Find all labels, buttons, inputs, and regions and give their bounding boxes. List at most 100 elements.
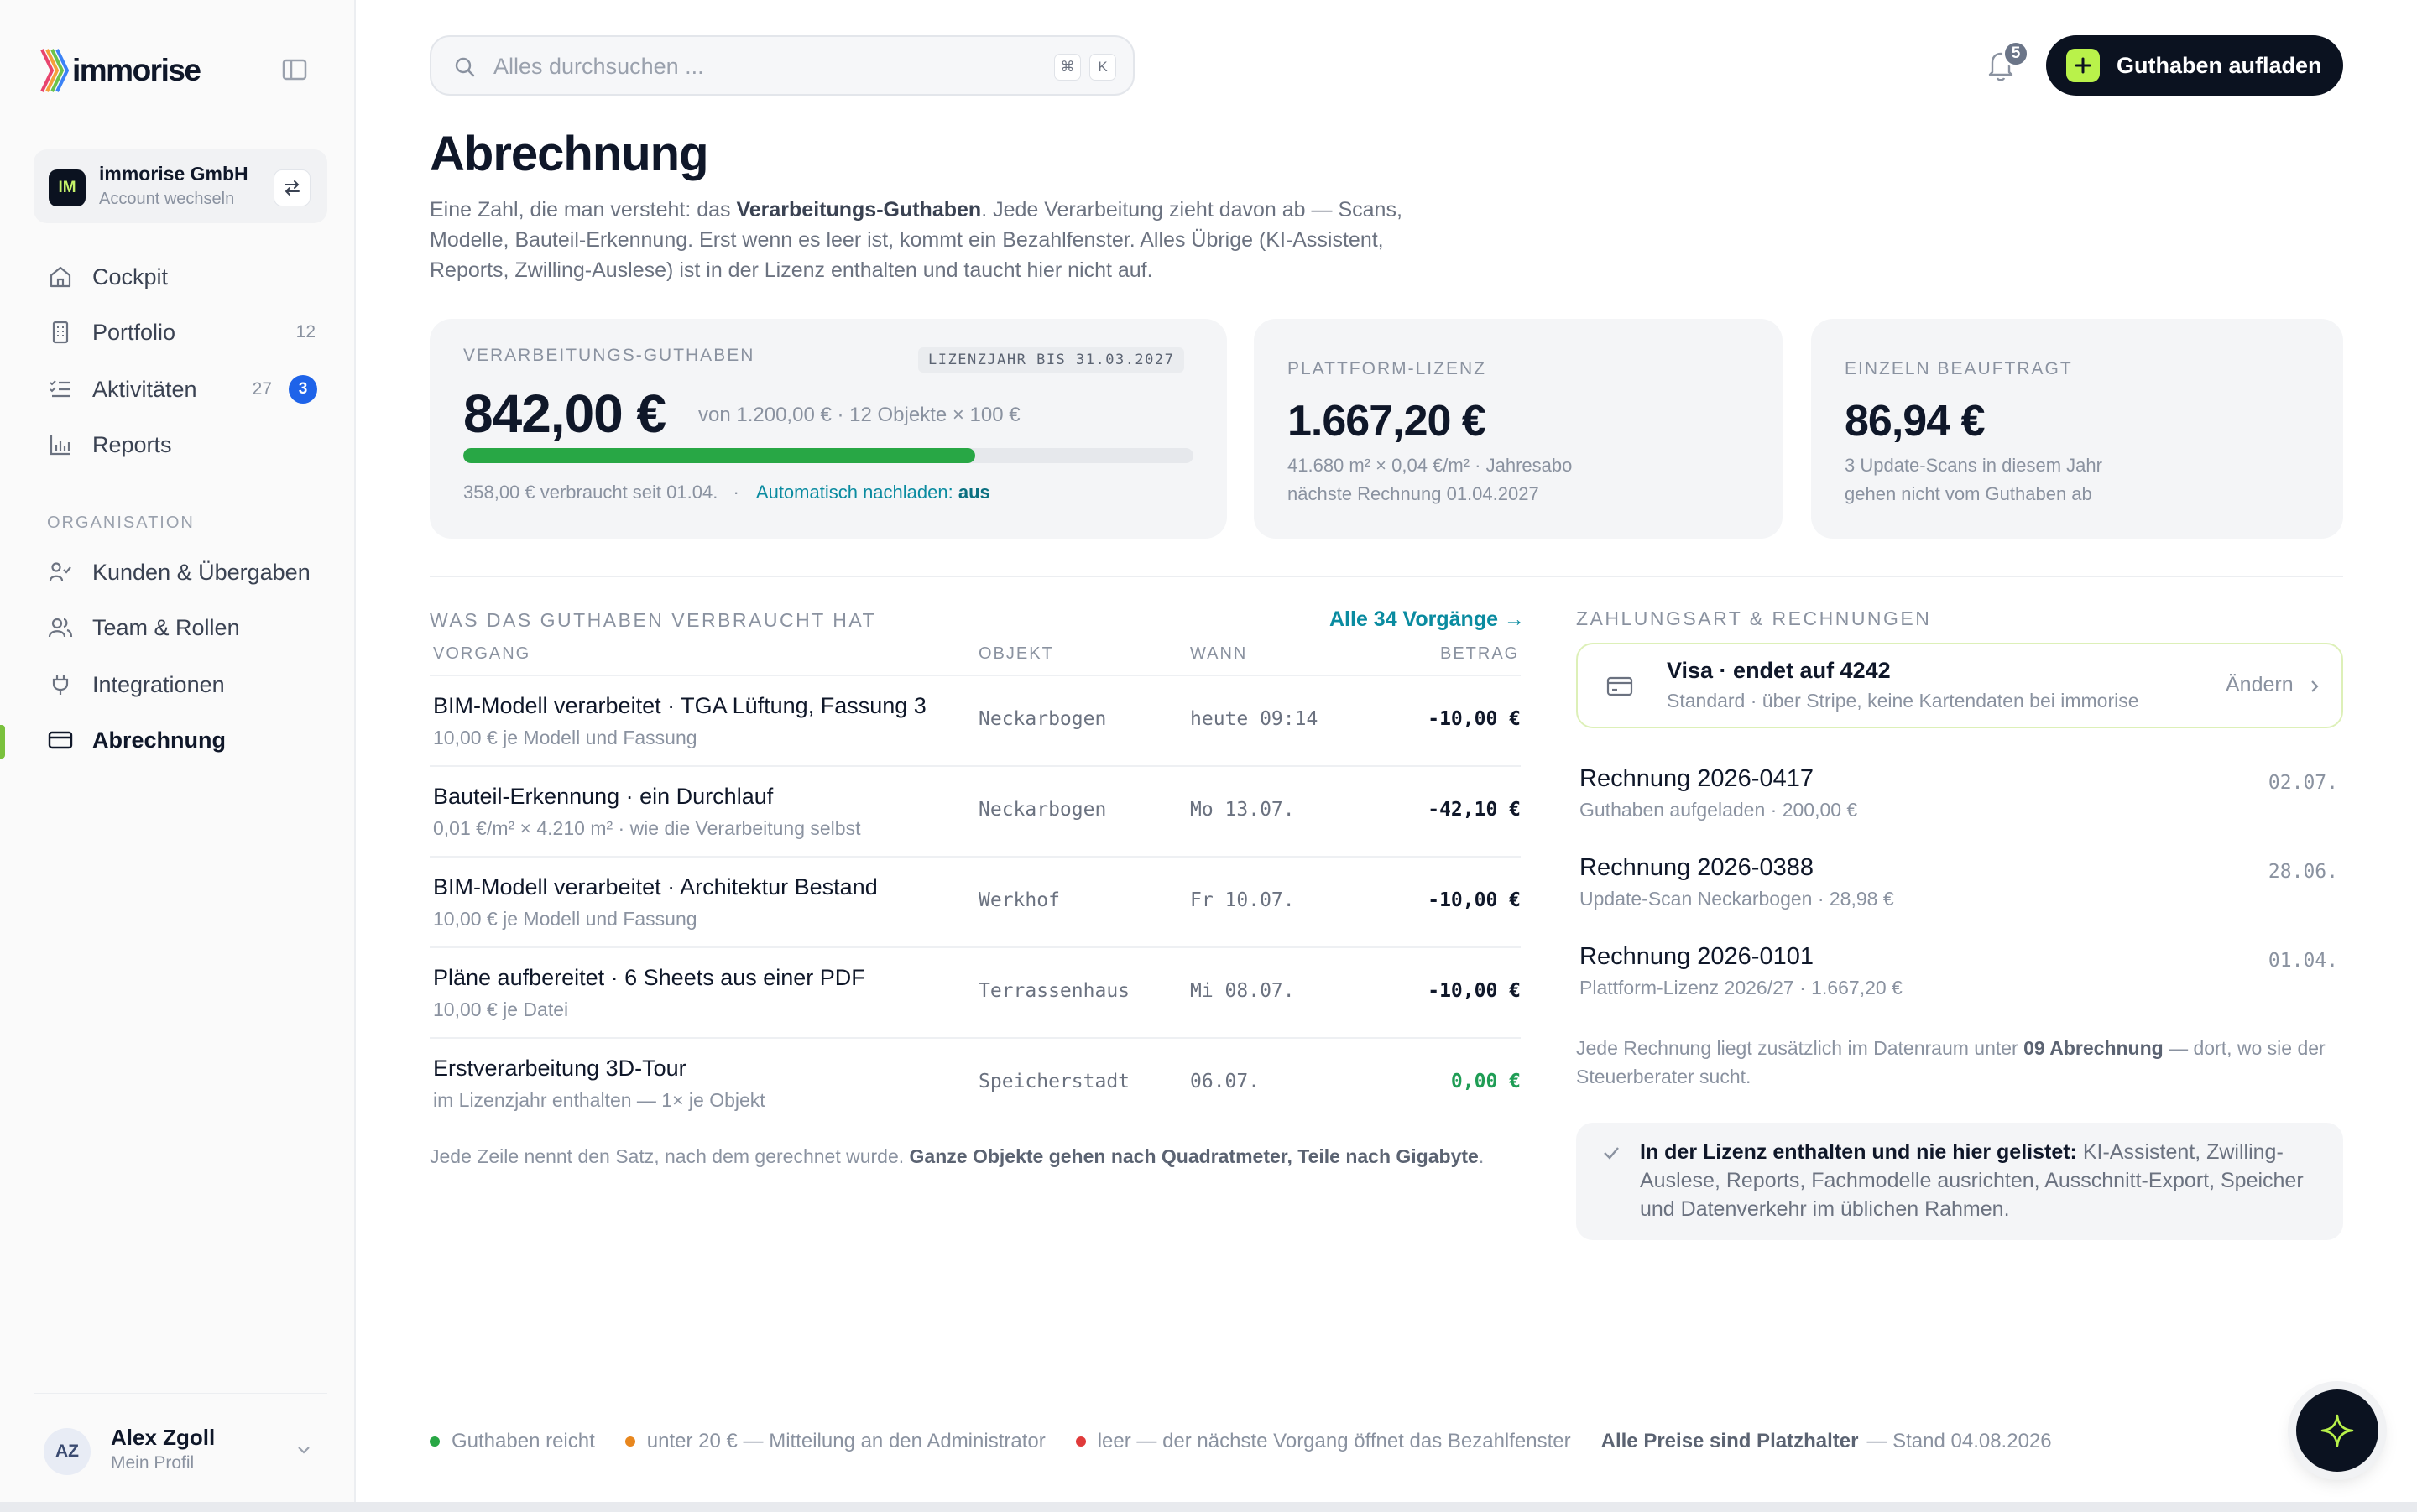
checklist-icon	[42, 371, 79, 408]
license-included-box: In der Lizenz enthalten und nie hier gel…	[1576, 1123, 2343, 1240]
sidebar-item-team[interactable]: Team & Rollen	[34, 606, 327, 649]
sidebar-item-label: Reports	[92, 431, 172, 457]
sidebar-item-label: Abrechnung	[92, 727, 226, 753]
section-label-organisation: ORGANISATION	[47, 514, 195, 532]
col-objekt: OBJEKT	[979, 644, 1054, 663]
single-card-panel: EINZELN BEAUFTRAGT 86,94 € 3 Update-Scan…	[1811, 319, 2343, 539]
search-placeholder: Alles durchsuchen ...	[493, 54, 704, 79]
active-indicator	[0, 725, 5, 759]
license-label: PLATTFORM-LIZENZ	[1287, 359, 1486, 378]
sidebar-divider	[34, 1393, 327, 1394]
table-row[interactable]: Bauteil-Erkennung · ein Durchlauf 0,01 €…	[430, 765, 1521, 856]
sidebar-item-abrechnung[interactable]: Abrechnung	[34, 718, 327, 762]
credit-of: von 1.200,00 € · 12 Objekte × 100 €	[698, 404, 1021, 426]
legend-dot-orange	[624, 1436, 635, 1447]
invoice-item[interactable]: Rechnung 2026-0388 Update-Scan Neckarbog…	[1579, 854, 2343, 921]
shortcut-key-k: K	[1089, 54, 1116, 81]
shortcut-key-cmd: ⌘	[1054, 54, 1081, 81]
row-object: Terrassenhaus	[979, 980, 1130, 1002]
row-rate: im Lizenzjahr enthalten — 1× je Objekt	[433, 1089, 765, 1111]
payment-method-card[interactable]: Visa · endet auf 4242 Standard · über St…	[1576, 643, 2343, 728]
logo-text: immorise	[72, 53, 201, 87]
card-title: Visa · endet auf 4242	[1667, 658, 1891, 683]
row-amount: -10,00 €	[1428, 708, 1521, 730]
sidebar-item-aktivitaeten[interactable]: Aktivitäten 27 3	[34, 368, 327, 411]
dataroom-note: Jede Rechnung liegt zusätzlich im Datenr…	[1576, 1037, 2326, 1087]
col-wann: WANN	[1190, 644, 1248, 663]
row-title: Erstverarbeitung 3D-Tour	[433, 1056, 686, 1081]
license-amount: 1.667,20 €	[1287, 397, 1486, 446]
row-object: Speicherstadt	[979, 1071, 1130, 1092]
chevron-down-icon	[298, 1447, 310, 1454]
row-rate: 10,00 € je Modell und Fassung	[433, 727, 697, 748]
invoice-sub: Update-Scan Neckarbogen · 28,98 €	[1579, 888, 1894, 910]
activities-badge: 3	[289, 375, 317, 404]
license-included-text: In der Lizenz enthalten und nie hier gel…	[1640, 1140, 2304, 1221]
credit-progress-bar	[463, 448, 1193, 463]
invoice-item[interactable]: Rechnung 2026-0417 Guthaben aufgeladen ·…	[1579, 765, 2343, 832]
check-icon	[1604, 1147, 1619, 1160]
account-switcher[interactable]: IM immorise GmbH Account wechseln	[34, 149, 327, 223]
table-row[interactable]: Pläne aufbereitet · 6 Sheets aus einer P…	[430, 946, 1521, 1037]
row-when: heute 09:14	[1190, 708, 1318, 730]
credit-card-icon	[1606, 676, 1633, 696]
bar-chart-icon	[42, 426, 79, 463]
search-input[interactable]: Alles durchsuchen ... ⌘ K	[430, 35, 1135, 96]
account-avatar: IM	[49, 169, 86, 206]
page-intro: Eine Zahl, die man versteht: das Verarbe…	[430, 198, 1402, 282]
row-title: BIM-Modell verarbeitet · TGA Lüftung, Fa…	[433, 693, 927, 718]
row-amount: -42,10 €	[1428, 799, 1521, 821]
row-when: Mo 13.07.	[1190, 799, 1295, 821]
sidebar-toggle-icon[interactable]	[282, 59, 307, 81]
invoice-item[interactable]: Rechnung 2026-0101 Plattform-Lizenz 2026…	[1579, 943, 2343, 1010]
single-line1: 3 Update-Scans in diesem Jahr	[1845, 455, 2102, 476]
row-rate: 10,00 € je Datei	[433, 998, 569, 1020]
topup-credit-button[interactable]: Guthaben aufladen	[2046, 35, 2343, 96]
bottom-strip	[0, 1502, 2417, 1512]
sidebar-item-label: Aktivitäten	[92, 376, 197, 402]
row-title: Bauteil-Erkennung · ein Durchlauf	[433, 784, 774, 809]
logo[interactable]: immorise	[40, 45, 201, 96]
change-payment-button[interactable]: Ändern	[2226, 673, 2294, 697]
credit-card-panel: VERARBEITUNGS-GUTHABEN LIZENZJAHR BIS 31…	[430, 319, 1227, 539]
assistant-button[interactable]	[2296, 1389, 2378, 1472]
auto-reload-toggle[interactable]: Automatisch nachladen: aus	[756, 482, 990, 503]
row-when: Mi 08.07.	[1190, 980, 1295, 1002]
sidebar-item-reports[interactable]: Reports	[34, 423, 327, 467]
sidebar: immorise IM immorise GmbH Account wechse…	[0, 0, 356, 1502]
sidebar-item-kunden[interactable]: Kunden & Übergaben	[34, 550, 327, 594]
legend-item: Guthaben reicht	[430, 1430, 595, 1453]
invoice-title: Rechnung 2026-0417	[1579, 765, 1814, 792]
portfolio-count: 12	[295, 322, 316, 342]
row-amount: -10,00 €	[1428, 980, 1521, 1002]
single-amount: 86,94 €	[1845, 397, 1985, 446]
single-label: EINZELN BEAUFTRAGT	[1845, 359, 2073, 378]
table-row[interactable]: BIM-Modell verarbeitet · Architektur Bes…	[430, 856, 1521, 946]
row-rate: 10,00 € je Modell und Fassung	[433, 908, 697, 930]
sidebar-item-cockpit[interactable]: Cockpit	[34, 255, 327, 299]
plus-icon	[2066, 49, 2100, 82]
all-transactions-link[interactable]: Alle 34 Vorgänge →	[1329, 607, 1525, 632]
invoice-date: 02.07.	[2268, 772, 2338, 794]
table-row[interactable]: Erstverarbeitung 3D-Tour im Lizenzjahr e…	[430, 1037, 1521, 1128]
credit-consumed: 358,00 € verbraucht seit 01.04. · Automa…	[463, 482, 990, 503]
chevron-right-icon	[2311, 680, 2319, 692]
profile-name: Alex Zgoll	[111, 1425, 216, 1450]
sparkle-icon	[2320, 1414, 2354, 1447]
logo-mark-icon	[40, 49, 69, 92]
license-line1: 41.680 m² × 0,04 €/m² · Jahresabo	[1287, 455, 1573, 476]
sidebar-item-portfolio[interactable]: Portfolio 12	[34, 310, 327, 354]
row-rate: 0,01 €/m² × 4.210 m² · wie die Verarbeit…	[433, 817, 861, 839]
sidebar-item-label: Portfolio	[92, 319, 176, 345]
notification-badge: 5	[2002, 40, 2029, 67]
profile-menu[interactable]: AZ Alex Zgoll Mein Profil	[34, 1418, 327, 1482]
building-icon	[42, 314, 79, 351]
sidebar-item-label: Integrationen	[92, 671, 225, 697]
row-title: Pläne aufbereitet · 6 Sheets aus einer P…	[433, 965, 865, 990]
users-icon	[42, 609, 79, 646]
table-row[interactable]: BIM-Modell verarbeitet · TGA Lüftung, Fa…	[430, 675, 1521, 765]
sidebar-item-integrationen[interactable]: Integrationen	[34, 663, 327, 706]
card-sub: Standard · über Stripe, keine Kartendate…	[1667, 690, 2139, 712]
sidebar-item-label: Team & Rollen	[92, 614, 240, 640]
switch-account-button[interactable]	[274, 169, 311, 206]
